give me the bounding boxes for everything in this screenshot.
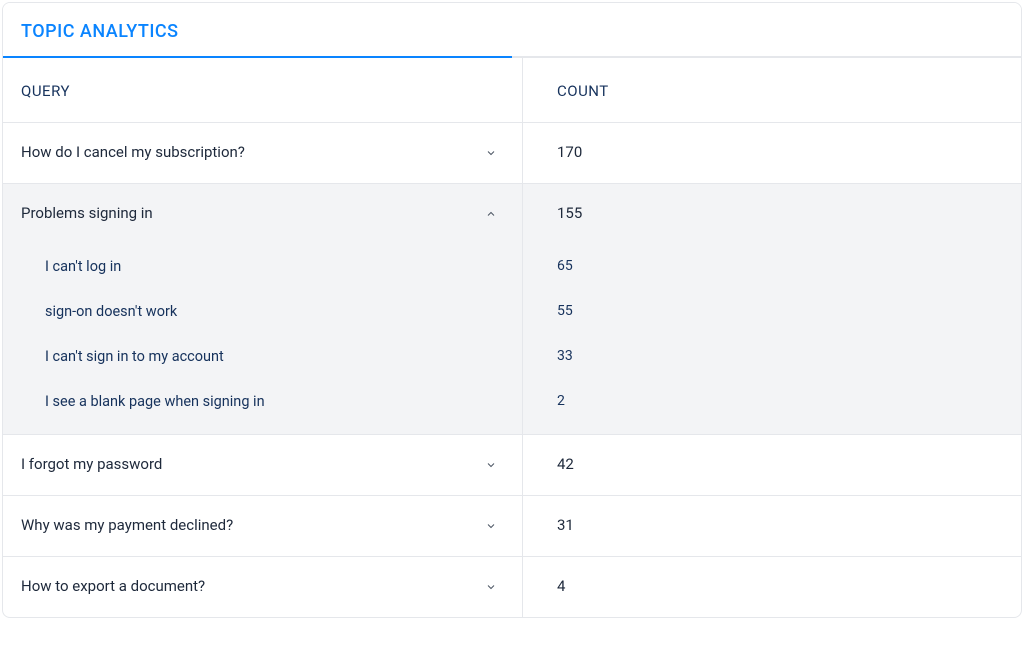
- topic-analytics-panel: TOPIC ANALYTICS QUERY COUNT How do I can…: [2, 2, 1022, 618]
- query-cell: I forgot my password: [3, 435, 523, 495]
- sub-query-text: sign-on doesn't work: [3, 289, 523, 334]
- table-row[interactable]: How do I cancel my subscription? 170: [3, 123, 1021, 184]
- sub-count: 2: [523, 379, 1021, 434]
- sub-count: 55: [523, 289, 1021, 334]
- sub-row[interactable]: I can't sign in to my account 33: [3, 334, 1021, 379]
- chevron-down-icon[interactable]: [484, 519, 498, 533]
- count-cell: 170: [523, 123, 1021, 183]
- sub-row[interactable]: I can't log in 65: [3, 244, 1021, 289]
- panel-title: TOPIC ANALYTICS: [3, 3, 1021, 56]
- query-cell: Why was my payment declined?: [3, 496, 523, 556]
- expanded-group: Problems signing in 155 I can't log in 6…: [3, 184, 1021, 435]
- table-row[interactable]: Problems signing in 155: [3, 184, 1021, 244]
- column-header-count[interactable]: COUNT: [523, 58, 1021, 122]
- query-cell: Problems signing in: [3, 184, 523, 244]
- query-text: How to export a document?: [21, 577, 205, 595]
- query-text: Problems signing in: [21, 204, 153, 222]
- sub-row[interactable]: sign-on doesn't work 55: [3, 289, 1021, 334]
- count-cell: 31: [523, 496, 1021, 556]
- query-text: How do I cancel my subscription?: [21, 143, 245, 161]
- sub-query-text: I can't log in: [3, 244, 523, 289]
- query-cell: How do I cancel my subscription?: [3, 123, 523, 183]
- analytics-table: QUERY COUNT How do I cancel my subscript…: [3, 58, 1021, 617]
- count-cell: 42: [523, 435, 1021, 495]
- chevron-up-icon[interactable]: [484, 207, 498, 221]
- sub-query-text: I see a blank page when signing in: [3, 379, 523, 434]
- chevron-down-icon[interactable]: [484, 146, 498, 160]
- query-cell: How to export a document?: [3, 557, 523, 617]
- query-text: I forgot my password: [21, 455, 162, 473]
- sub-query-text: I can't sign in to my account: [3, 334, 523, 379]
- table-row[interactable]: How to export a document? 4: [3, 557, 1021, 617]
- table-row[interactable]: Why was my payment declined? 31: [3, 496, 1021, 557]
- chevron-down-icon[interactable]: [484, 458, 498, 472]
- sub-row[interactable]: I see a blank page when signing in 2: [3, 379, 1021, 434]
- sub-count: 65: [523, 244, 1021, 289]
- chevron-down-icon[interactable]: [484, 580, 498, 594]
- count-cell: 155: [523, 184, 1021, 244]
- sub-count: 33: [523, 334, 1021, 379]
- table-row[interactable]: I forgot my password 42: [3, 435, 1021, 496]
- table-header-row: QUERY COUNT: [3, 58, 1021, 123]
- column-header-query[interactable]: QUERY: [3, 58, 523, 122]
- query-text: Why was my payment declined?: [21, 516, 233, 534]
- count-cell: 4: [523, 557, 1021, 617]
